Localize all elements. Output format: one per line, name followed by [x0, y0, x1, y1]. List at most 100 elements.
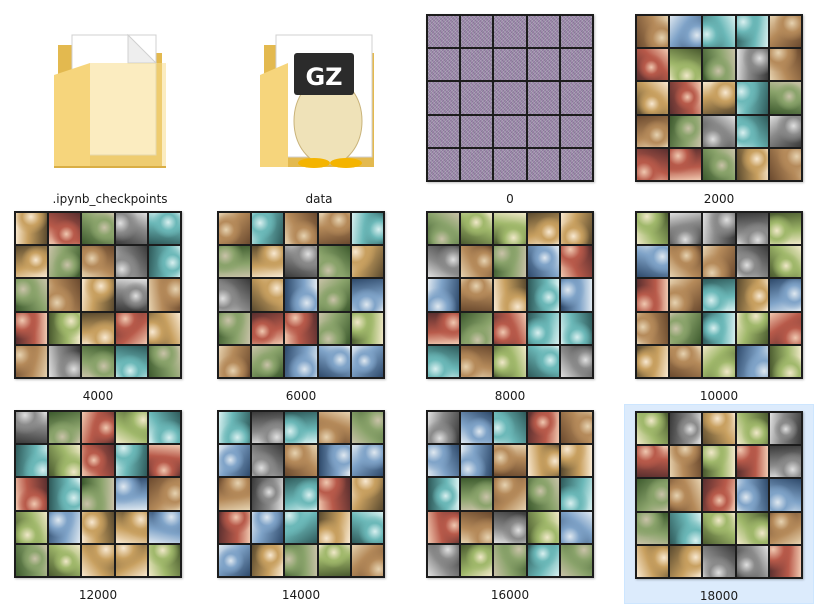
thumbnail-tile — [461, 312, 493, 344]
thumbnail-tile — [736, 545, 768, 577]
thumbnail-tile — [351, 478, 383, 510]
thumbnail-tile — [16, 312, 48, 344]
image-item-6000[interactable]: 6000 — [206, 205, 396, 405]
thumbnail-tile — [637, 16, 669, 48]
thumbnail-tile — [461, 246, 493, 278]
thumbnail-tile — [703, 312, 735, 344]
thumbnail-tile — [351, 246, 383, 278]
thumbnail-tile — [461, 511, 493, 543]
thumbnail-tile — [637, 545, 669, 577]
thumbnail-tile — [769, 545, 801, 577]
thumbnail-tile — [428, 246, 460, 278]
image-thumbnail — [14, 211, 182, 379]
gz-archive-folder-icon: GZ — [260, 34, 374, 168]
thumbnail-tile — [637, 446, 669, 478]
thumbnail-tile — [318, 445, 350, 477]
image-item-4000[interactable]: 4000 — [3, 205, 193, 405]
thumbnail-tile — [769, 446, 801, 478]
thumbnail-tile — [703, 115, 735, 147]
image-item-16000[interactable]: 16000 — [415, 404, 605, 604]
folder-item-data[interactable]: GZ data — [224, 8, 414, 208]
thumbnail-tile — [318, 279, 350, 311]
thumbnail-tile — [461, 279, 493, 311]
thumbnail-tile — [115, 478, 147, 510]
thumbnail-tile — [252, 478, 284, 510]
thumbnail-tile — [428, 279, 460, 311]
thumbnail-tile — [461, 115, 493, 147]
image-thumbnail — [14, 410, 182, 578]
thumbnail-tile — [703, 345, 735, 377]
thumbnail-tile — [219, 345, 251, 377]
image-thumbnail — [426, 14, 594, 182]
thumbnail-tile — [461, 412, 493, 444]
thumbnail-tile — [637, 148, 669, 180]
thumbnail-tile — [527, 478, 559, 510]
thumbnail-tile — [527, 445, 559, 477]
thumbnail-tile — [49, 345, 81, 377]
thumbnail-tile — [148, 345, 180, 377]
image-item-0[interactable]: 0 — [415, 8, 605, 208]
thumbnail-tile — [494, 82, 526, 114]
thumbnail-tile — [49, 246, 81, 278]
thumbnail-tile — [769, 345, 801, 377]
thumbnail-tile — [219, 246, 251, 278]
thumbnail-tile — [148, 213, 180, 245]
thumbnail-tile — [318, 345, 350, 377]
image-item-18000[interactable]: 18000 — [624, 404, 814, 604]
thumbnail-tile — [527, 82, 559, 114]
thumbnail-tile — [736, 446, 768, 478]
image-item-10000[interactable]: 10000 — [624, 205, 814, 405]
thumbnail-tile — [703, 479, 735, 511]
thumbnail-tile — [494, 345, 526, 377]
thumbnail-tile — [560, 345, 592, 377]
thumbnail-tile — [285, 478, 317, 510]
thumbnail-tile — [82, 345, 114, 377]
image-item-8000[interactable]: 8000 — [415, 205, 605, 405]
thumbnail-tile — [285, 445, 317, 477]
thumbnail-tile — [637, 213, 669, 245]
thumbnail-tile — [527, 279, 559, 311]
thumbnail-tile — [670, 213, 702, 245]
thumbnail-tile — [736, 279, 768, 311]
thumbnail-tile — [769, 279, 801, 311]
thumbnail-tile — [252, 312, 284, 344]
thumbnail-tile — [736, 115, 768, 147]
thumbnail-tile — [560, 115, 592, 147]
thumbnail-tile — [670, 49, 702, 81]
thumbnail-tile — [527, 412, 559, 444]
thumbnail-tile — [285, 279, 317, 311]
thumbnail-tile — [670, 279, 702, 311]
thumbnail-tile — [769, 246, 801, 278]
thumbnail-tile — [736, 213, 768, 245]
folder-item-ipynb-checkpoints[interactable]: .ipynb_checkpoints — [15, 8, 205, 208]
thumbnail-tile — [219, 511, 251, 543]
image-thumbnail — [635, 14, 803, 182]
thumbnail-tile — [736, 49, 768, 81]
thumbnail-tile — [527, 312, 559, 344]
thumbnail-tile — [351, 544, 383, 576]
thumbnail-tile — [461, 544, 493, 576]
thumbnail-tile — [769, 213, 801, 245]
thumbnail-tile — [428, 148, 460, 180]
thumbnail-tile — [670, 512, 702, 544]
thumbnail-tile — [494, 544, 526, 576]
item-label: data — [305, 192, 333, 206]
image-item-12000[interactable]: 12000 — [3, 404, 193, 604]
image-item-14000[interactable]: 14000 — [206, 404, 396, 604]
gz-badge-text: GZ — [305, 63, 342, 91]
thumbnail-tile — [115, 544, 147, 576]
thumbnail-tile — [49, 511, 81, 543]
thumbnail-tile — [560, 445, 592, 477]
thumbnail-tile — [428, 345, 460, 377]
image-item-2000[interactable]: 2000 — [624, 8, 814, 208]
item-label: 12000 — [78, 588, 118, 602]
thumbnail-tile — [318, 246, 350, 278]
item-label: 0 — [506, 192, 514, 206]
thumbnail-tile — [637, 279, 669, 311]
thumbnail-tile — [560, 213, 592, 245]
thumbnail-tile — [670, 446, 702, 478]
thumbnail-tile — [115, 511, 147, 543]
thumbnail-tile — [560, 478, 592, 510]
thumbnail-tile — [494, 16, 526, 48]
thumbnail-tile — [16, 544, 48, 576]
